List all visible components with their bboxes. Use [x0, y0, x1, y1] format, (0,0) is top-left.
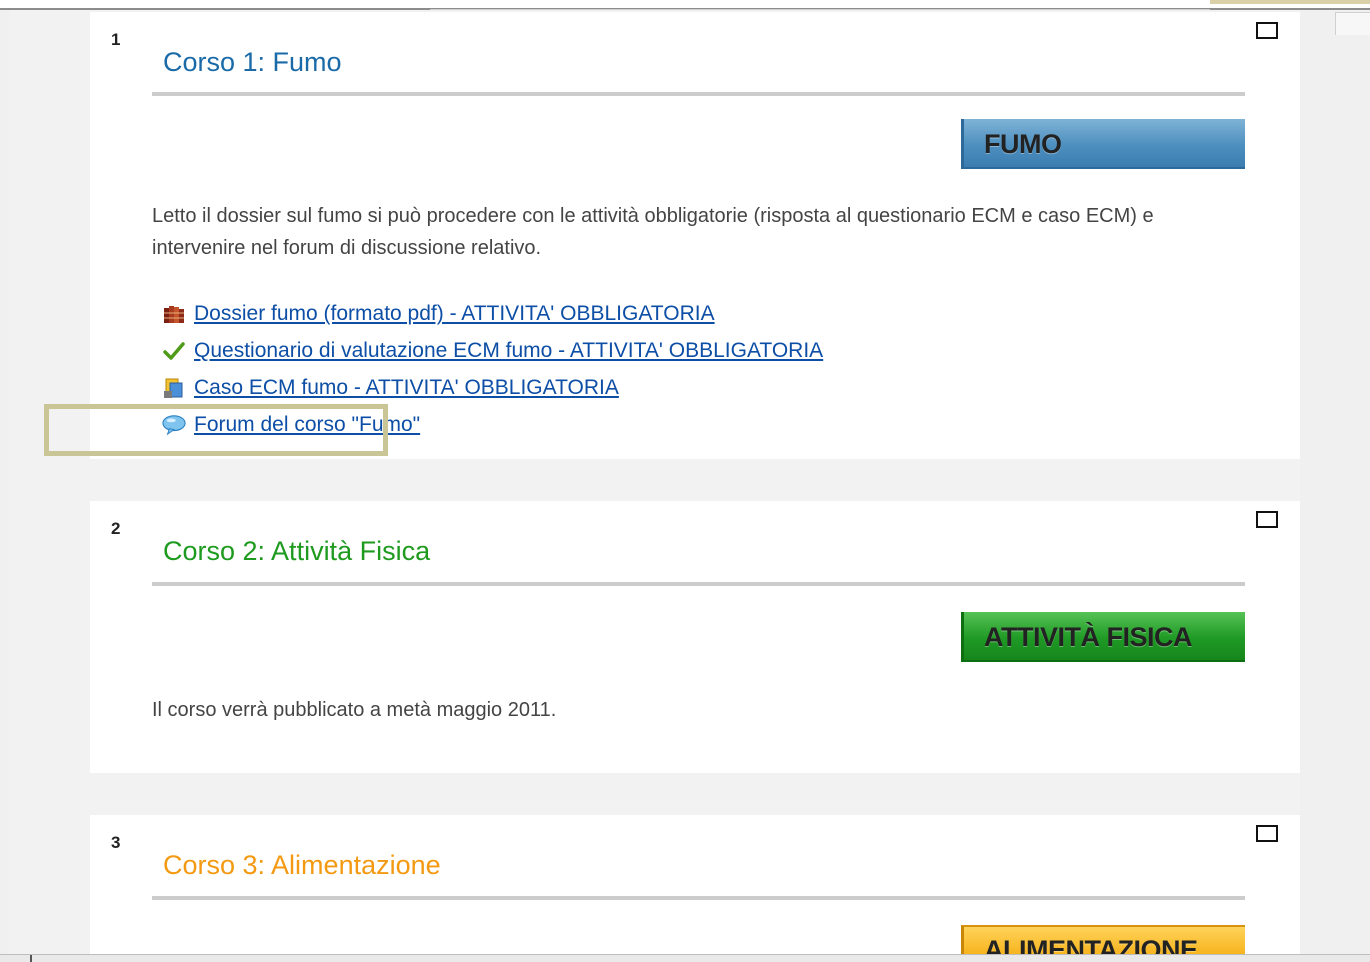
section-toggle-checkbox[interactable] — [1256, 825, 1278, 842]
lesson-icon — [162, 376, 186, 400]
activity-link-label[interactable]: Caso ECM fumo - ATTIVITA' OBBLIGATORIA — [194, 376, 619, 400]
section-number: 2 — [111, 519, 121, 538]
right-panel-stub — [1335, 12, 1370, 35]
checkmark-icon — [162, 339, 186, 363]
scrollbar-tick — [30, 955, 32, 962]
section-title: Corso 3: Alimentazione — [163, 850, 441, 880]
horizontal-scrollbar[interactable] — [0, 954, 1370, 962]
section-description: Letto il dossier sul fumo si può procede… — [152, 205, 1154, 259]
course-section-3: 3 Corso 3: Alimentazione ALIMENTAZIONE — [90, 815, 1300, 962]
section-number: 3 — [111, 833, 121, 852]
activity-link-dossier[interactable]: Dossier fumo (formato pdf) - ATTIVITA' O… — [162, 299, 715, 329]
course-banner-attivita-fisica: ATTIVITÀ FISICA — [961, 612, 1245, 662]
left-margin — [0, 10, 10, 962]
section-title: Corso 1: Fumo — [163, 47, 342, 77]
section-toggle-checkbox[interactable] — [1256, 511, 1278, 528]
course-section-2: 2 Corso 2: Attività Fisica ATTIVITÀ FISI… — [90, 501, 1300, 773]
activity-link-label[interactable]: Dossier fumo (formato pdf) - ATTIVITA' O… — [194, 302, 715, 326]
title-divider — [152, 92, 1245, 96]
course-section-1: 1 Corso 1: Fumo FUMO Letto il dossier su… — [90, 12, 1300, 459]
activity-link-caso[interactable]: Caso ECM fumo - ATTIVITA' OBBLIGATORIA — [162, 373, 619, 403]
course-page: 1 Corso 1: Fumo FUMO Letto il dossier su… — [0, 0, 1370, 962]
top-border-light — [430, 0, 1210, 10]
section-number: 1 — [111, 30, 121, 49]
section-description: Il corso verrà pubblicato a metà maggio … — [152, 699, 557, 721]
book-icon — [162, 302, 186, 326]
activity-link-label[interactable]: Questionario di valutazione ECM fumo - A… — [194, 339, 823, 363]
section-toggle-checkbox[interactable] — [1256, 22, 1278, 39]
forum-highlight-box — [44, 404, 388, 456]
top-right-tab — [1210, 0, 1370, 4]
right-margin — [1300, 10, 1370, 962]
activity-link-questionario[interactable]: Questionario di valutazione ECM fumo - A… — [162, 336, 823, 366]
section-title: Corso 2: Attività Fisica — [163, 536, 431, 566]
title-divider — [152, 896, 1245, 900]
title-divider — [152, 582, 1245, 586]
course-banner-fumo: FUMO — [961, 119, 1245, 169]
